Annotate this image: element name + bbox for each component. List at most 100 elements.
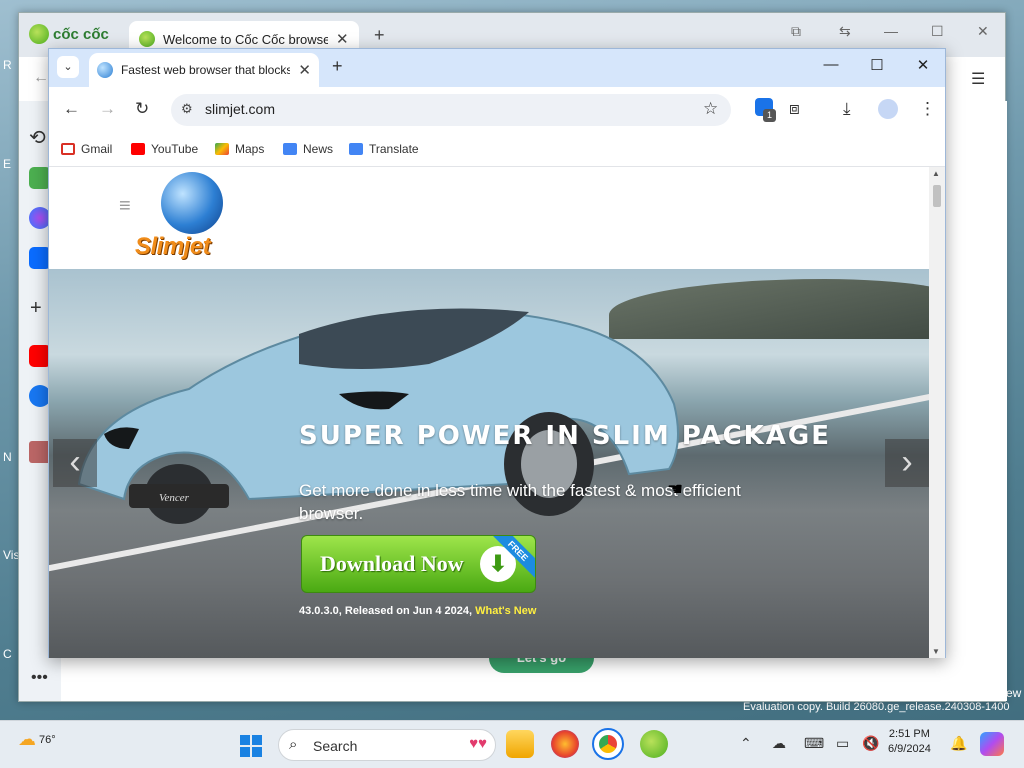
close-window-icon[interactable]: ✕: [977, 23, 989, 40]
screenshot-icon[interactable]: ⧉: [791, 23, 801, 40]
keyboard-icon[interactable]: ⌨: [804, 735, 824, 752]
hero-title: SUPER POWER IN SLIM PACKAGE: [299, 421, 832, 451]
reload-icon[interactable]: ↻: [135, 99, 149, 119]
bookmarks-bar: Gmail YouTube Maps News Translate: [49, 133, 945, 167]
volume-icon[interactable]: 🔇: [862, 735, 879, 752]
extension-count-badge: 1: [763, 109, 776, 122]
taskbar-search[interactable]: ⌕ Search ♥♥: [278, 729, 496, 761]
hamburger-menu-icon[interactable]: ≡: [119, 195, 131, 218]
search-placeholder: Search: [313, 738, 358, 754]
date-text: 6/9/2024: [888, 743, 931, 755]
slimjet-globe-logo[interactable]: [161, 172, 223, 234]
chrome-icon[interactable]: [592, 728, 624, 760]
whats-new-link[interactable]: What's New: [475, 605, 536, 617]
news-icon: [283, 143, 297, 155]
firefox-icon[interactable]: [551, 730, 579, 758]
back-icon[interactable]: ←: [63, 99, 80, 119]
search-highlight-icon: ♥♥: [469, 735, 487, 752]
new-tab-icon[interactable]: +: [332, 56, 343, 77]
coccoc-logo-text: cốc cốc: [53, 25, 109, 43]
slimjet-window[interactable]: ⌄ Fastest web browser that blocks ads ✕ …: [48, 48, 946, 658]
gmail-icon: [61, 143, 75, 155]
extensions-puzzle-icon[interactable]: ⧈: [789, 99, 800, 119]
car-badge-text: Vencer: [159, 492, 190, 504]
download-now-button[interactable]: Download Now ⬇ FREE: [301, 535, 536, 593]
slimjet-toolbar: ← → ↻ ⚙ slimjet.com ☆ 1 ⧈ ⤓ ⋮: [49, 87, 945, 133]
network-icon[interactable]: ▭: [836, 735, 849, 752]
translate-icon: [349, 143, 363, 155]
desktop-icon-label: Vis: [3, 548, 20, 562]
minimize-icon[interactable]: —: [821, 56, 841, 73]
desktop-icon-label: E: [3, 157, 12, 171]
temperature-text: 76°: [39, 733, 56, 746]
tab-search-icon[interactable]: ⌄: [57, 56, 79, 78]
slimjet-tab-title: Fastest web browser that blocks ads: [120, 63, 291, 77]
maximize-icon[interactable]: ☐: [931, 23, 944, 40]
scroll-up-icon[interactable]: ▲: [932, 169, 940, 178]
slimjet-titlebar[interactable]: ⌄ Fastest web browser that blocks ads ✕ …: [49, 49, 945, 87]
hand-cursor-icon: ☚: [667, 479, 684, 499]
hero-subtitle: Get more done in less time with the fast…: [299, 481, 741, 523]
clock[interactable]: 2:51 PM 6/9/2024: [888, 727, 931, 757]
bookmark-label: Translate: [369, 142, 419, 156]
notification-bell-icon[interactable]: 🔔: [950, 735, 967, 752]
site-info-icon[interactable]: ⚙: [181, 101, 193, 117]
coccoc-logo[interactable]: cốc cốc: [29, 24, 109, 44]
bookmark-translate[interactable]: Translate: [349, 142, 419, 156]
split-view-icon[interactable]: ⇆: [839, 23, 851, 40]
coccoc-icon[interactable]: [640, 730, 668, 758]
start-button[interactable]: [240, 735, 262, 757]
close-tab-icon[interactable]: ✕: [336, 30, 349, 48]
scrollbar-thumb[interactable]: [933, 185, 941, 207]
evaluation-watermark: Evaluation copy. Build 26080.ge_release.…: [743, 701, 1010, 713]
bookmark-label: Gmail: [81, 142, 113, 156]
more-icon[interactable]: •••: [31, 669, 48, 687]
menu-icon[interactable]: ⋮: [919, 99, 936, 119]
bookmark-gmail[interactable]: Gmail: [61, 142, 112, 156]
page-scrollbar[interactable]: ▲ ▼: [929, 167, 945, 658]
maximize-icon[interactable]: ☐: [867, 56, 887, 74]
url-text[interactable]: slimjet.com: [205, 101, 275, 117]
windows-logo-icon: [240, 735, 250, 745]
close-window-icon[interactable]: ✕: [913, 56, 933, 74]
history-icon[interactable]: ⟲: [29, 125, 46, 150]
slimjet-tab[interactable]: Fastest web browser that blocks ads ✕: [89, 53, 319, 87]
bookmark-maps[interactable]: Maps: [215, 142, 264, 156]
download-button-label: Download Now: [320, 551, 464, 576]
close-tab-icon[interactable]: ✕: [298, 61, 311, 79]
web-page: ≡ Slimjet Vencer SUPER POWER IN SLIM PAC…: [49, 167, 929, 658]
hero-banner: Vencer SUPER POWER IN SLIM PACKAGE Get m…: [49, 269, 929, 658]
scroll-down-icon[interactable]: ▼: [932, 647, 940, 656]
desktop-icon-label: R: [3, 58, 12, 72]
carousel-prev-button[interactable]: ‹: [53, 439, 97, 487]
version-info: 43.0.3.0, Released on Jun 4 2024, What's…: [299, 605, 536, 617]
forward-icon[interactable]: →: [99, 99, 116, 119]
copilot-icon[interactable]: [980, 732, 1004, 756]
bookmark-star-icon[interactable]: ☆: [703, 99, 718, 119]
time-text: 2:51 PM: [888, 728, 930, 740]
add-app-icon[interactable]: +: [30, 297, 42, 320]
file-explorer-icon[interactable]: [506, 730, 534, 758]
back-icon[interactable]: ←: [33, 69, 49, 87]
desktop-icon-label: ew: [1006, 686, 1022, 700]
windows-logo-icon: [240, 747, 250, 757]
menu-icon[interactable]: ☰: [971, 69, 985, 89]
desktop-icon-label: N: [3, 450, 12, 464]
profile-avatar-icon[interactable]: [878, 99, 898, 119]
minimize-icon[interactable]: —: [884, 23, 898, 39]
show-hidden-icons-icon[interactable]: ⌃: [740, 735, 752, 752]
weather-widget[interactable]: ☁ 76°: [18, 729, 56, 750]
taskbar: ☁ 76° ⌕ Search ♥♥ ⌃ ☁ ⌨ ▭ 🔇 2:51 PM 6/9/…: [0, 720, 1024, 768]
version-text: 43.0.3.0, Released on Jun 4 2024,: [299, 605, 473, 617]
bookmark-label: Maps: [235, 142, 265, 156]
onedrive-icon[interactable]: ☁: [772, 735, 786, 752]
carousel-next-button[interactable]: ›: [885, 439, 929, 487]
site-header: ≡ Slimjet: [49, 167, 929, 269]
youtube-icon: [131, 143, 145, 155]
bookmark-news[interactable]: News: [283, 142, 333, 156]
bookmark-youtube[interactable]: YouTube: [131, 142, 198, 156]
new-tab-icon[interactable]: +: [374, 25, 385, 46]
address-bar[interactable]: ⚙ slimjet.com ☆: [171, 94, 731, 126]
site-logo-text[interactable]: Slimjet: [135, 233, 211, 261]
download-icon[interactable]: ⤓: [843, 99, 851, 119]
